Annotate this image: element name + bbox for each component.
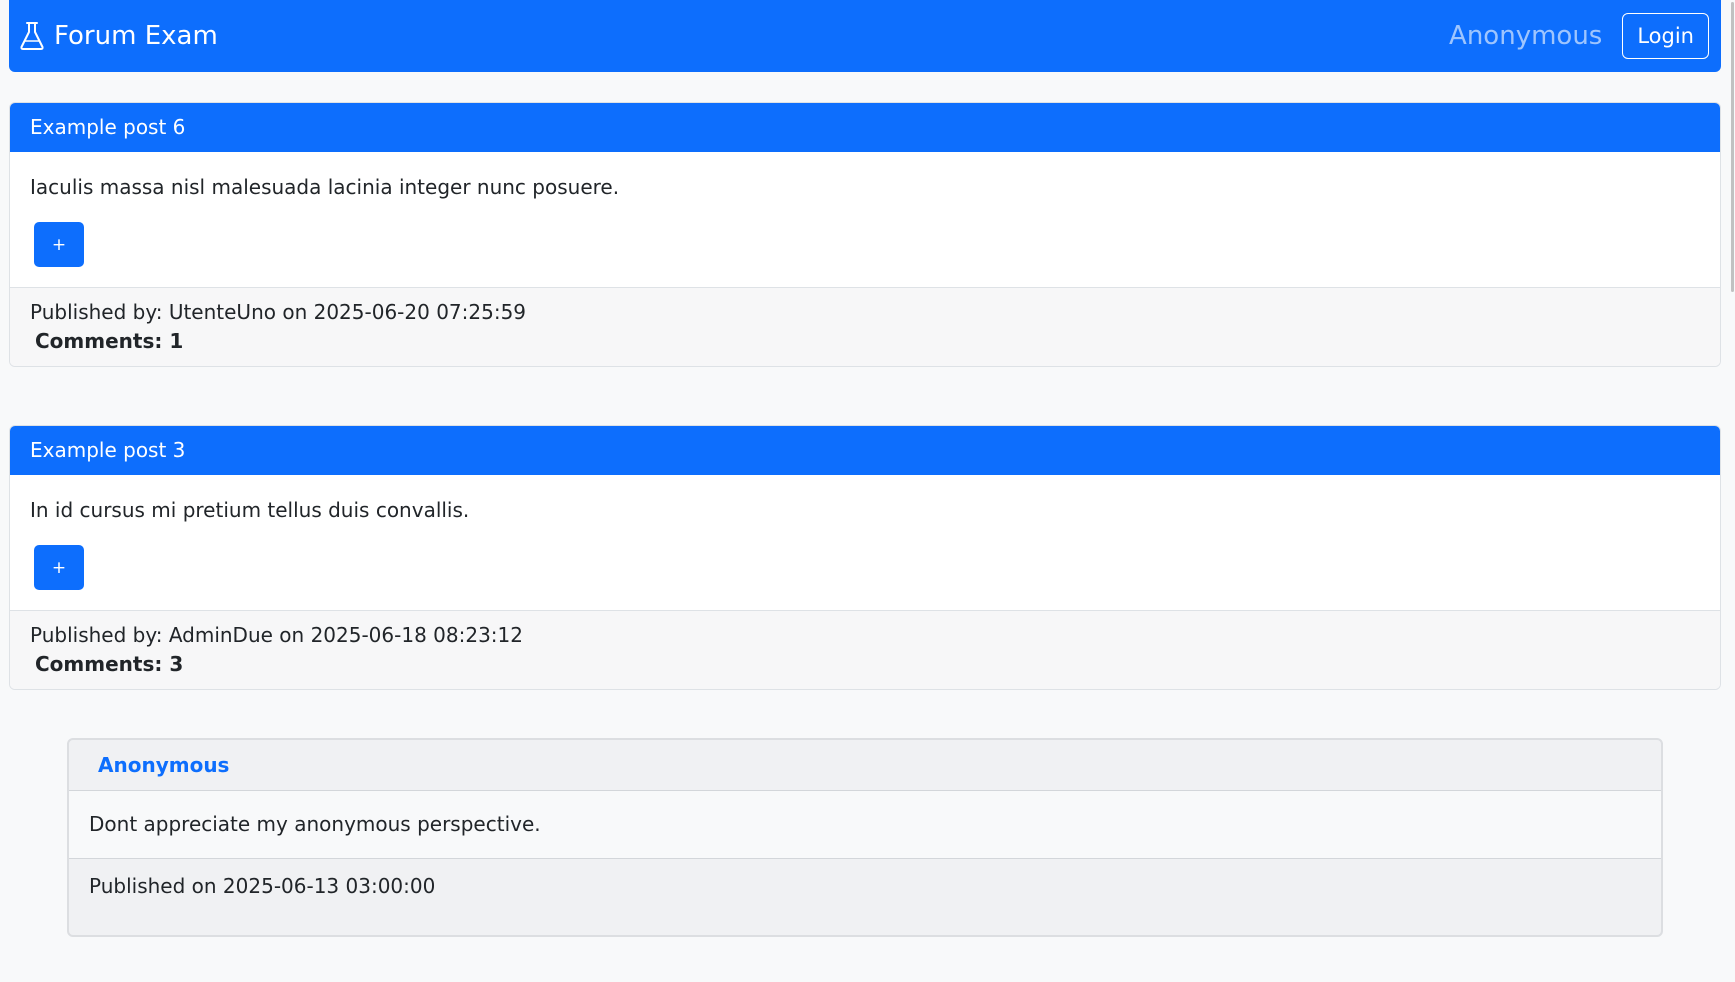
post-card: Example post 6 Iaculis massa nisl malesu… <box>9 102 1721 367</box>
login-button[interactable]: Login <box>1622 13 1709 59</box>
comments-count[interactable]: Comments: 1 <box>30 327 1700 356</box>
scroll-thumb[interactable] <box>1731 2 1734 292</box>
navbar: Forum Exam Anonymous Login <box>9 0 1721 72</box>
post-footer: Published by: UtenteUno on 2025-06-20 07… <box>10 288 1720 366</box>
post-published: Published by: UtenteUno on 2025-06-20 07… <box>30 300 527 324</box>
scrollbar[interactable] <box>1729 0 1735 982</box>
current-user: Anonymous <box>1449 21 1603 51</box>
comment-card: Anonymous Dont appreciate my anonymous p… <box>67 738 1663 937</box>
comments-count[interactable]: Comments: 3 <box>30 650 1700 679</box>
post-card: Example post 3 In id cursus mi pretium t… <box>9 425 1721 690</box>
add-comment-button[interactable]: + <box>34 545 84 590</box>
post-body: Iaculis massa nisl malesuada lacinia int… <box>10 152 1720 288</box>
post-title[interactable]: Example post 3 <box>10 426 1720 475</box>
post-footer: Published by: AdminDue on 2025-06-18 08:… <box>10 611 1720 689</box>
page: Forum Exam Anonymous Login Example post … <box>0 0 1735 982</box>
brand-title: Forum Exam <box>54 21 218 51</box>
comment-author: Anonymous <box>69 740 1661 791</box>
comment-text: Dont appreciate my anonymous perspective… <box>69 791 1661 859</box>
nav-right: Anonymous Login <box>1449 13 1709 59</box>
post-text: Iaculis massa nisl malesuada lacinia int… <box>30 175 620 199</box>
add-comment-button[interactable]: + <box>34 222 84 267</box>
post-text: In id cursus mi pretium tellus duis conv… <box>30 498 470 522</box>
post-title[interactable]: Example post 6 <box>10 103 1720 152</box>
flask-icon <box>19 21 45 51</box>
brand-link[interactable]: Forum Exam <box>19 21 218 51</box>
post-published: Published by: AdminDue on 2025-06-18 08:… <box>30 623 523 647</box>
comment-published: Published on 2025-06-13 03:00:00 <box>89 874 436 898</box>
post-body: In id cursus mi pretium tellus duis conv… <box>10 475 1720 611</box>
